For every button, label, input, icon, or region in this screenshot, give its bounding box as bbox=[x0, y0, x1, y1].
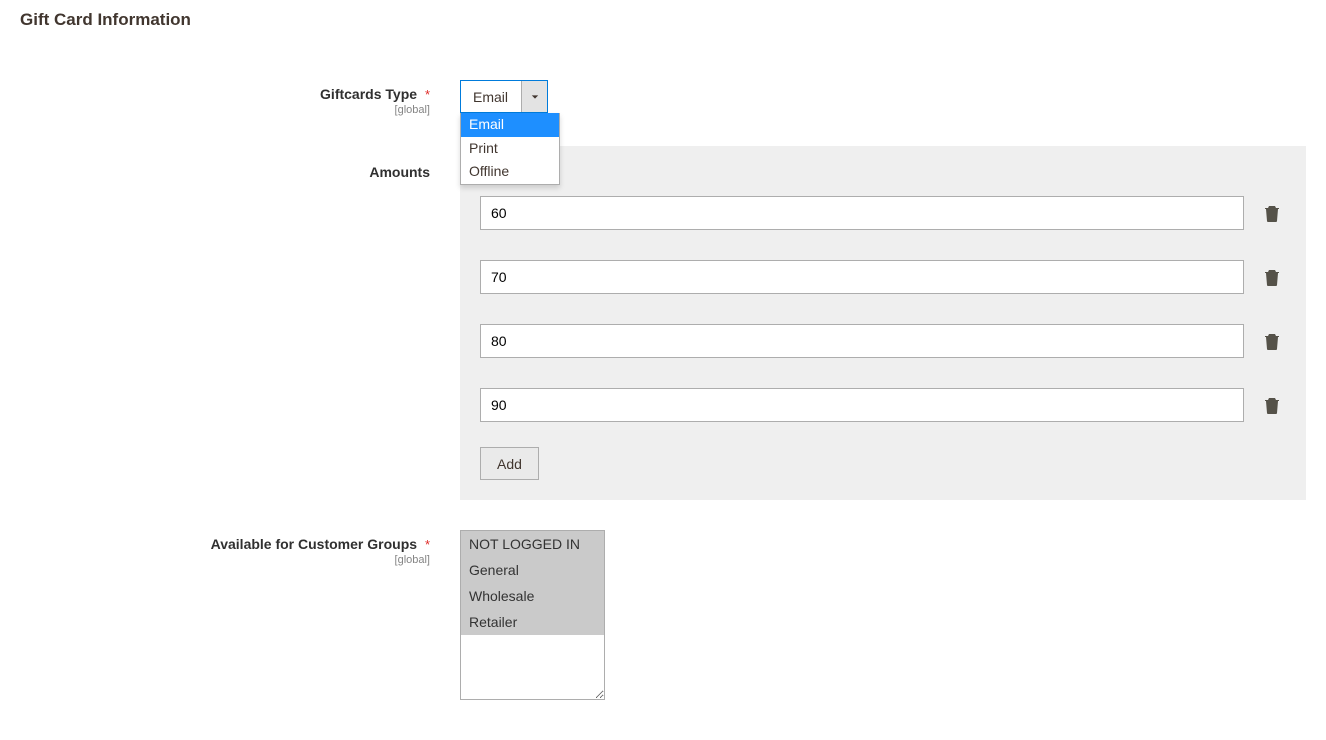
amount-row bbox=[480, 388, 1286, 422]
dropdown-option-offline[interactable]: Offline bbox=[461, 160, 559, 184]
label-text: Amounts bbox=[369, 164, 430, 180]
amount-row bbox=[480, 260, 1286, 294]
field-amounts: Add bbox=[460, 146, 1306, 500]
amounts-header-spacer bbox=[480, 166, 1286, 196]
customer-group-option[interactable]: Retailer bbox=[461, 609, 604, 635]
customer-group-option[interactable]: NOT LOGGED IN bbox=[461, 531, 604, 557]
label-customer-groups: Available for Customer Groups * [global] bbox=[20, 530, 460, 566]
customer-group-option[interactable]: General bbox=[461, 557, 604, 583]
select-display[interactable]: Email bbox=[460, 80, 548, 113]
row-customer-groups: Available for Customer Groups * [global]… bbox=[20, 530, 1306, 700]
label-text: Giftcards Type bbox=[320, 86, 417, 102]
label-scope: [global] bbox=[20, 554, 430, 566]
amount-row bbox=[480, 196, 1286, 230]
select-toggle-button[interactable] bbox=[521, 81, 547, 112]
row-amounts: Amounts Add bbox=[20, 146, 1306, 500]
label-amounts: Amounts bbox=[20, 146, 460, 180]
row-giftcards-type: Giftcards Type * [global] Email EmailPri… bbox=[20, 80, 1306, 116]
amount-input[interactable] bbox=[480, 196, 1244, 230]
delete-amount-button[interactable] bbox=[1258, 268, 1286, 286]
amount-input[interactable] bbox=[480, 324, 1244, 358]
delete-amount-button[interactable] bbox=[1258, 396, 1286, 414]
amounts-container: Add bbox=[460, 146, 1306, 500]
section-title: Gift Card Information bbox=[20, 10, 1306, 30]
amount-input[interactable] bbox=[480, 388, 1244, 422]
customer-group-option[interactable]: Wholesale bbox=[461, 583, 604, 609]
delete-amount-button[interactable] bbox=[1258, 204, 1286, 222]
amount-row bbox=[480, 324, 1286, 358]
required-mark: * bbox=[425, 87, 430, 102]
trash-icon bbox=[1264, 204, 1280, 222]
dropdown-option-email[interactable]: Email bbox=[461, 113, 559, 137]
field-giftcards-type: Email EmailPrintOffline bbox=[460, 80, 1306, 113]
label-text: Available for Customer Groups bbox=[211, 536, 417, 552]
field-customer-groups: NOT LOGGED INGeneralWholesaleRetailer bbox=[460, 530, 1306, 700]
label-scope: [global] bbox=[20, 104, 430, 116]
giftcards-type-select[interactable]: Email EmailPrintOffline bbox=[460, 80, 548, 113]
select-value: Email bbox=[461, 81, 521, 112]
trash-icon bbox=[1264, 332, 1280, 350]
label-giftcards-type: Giftcards Type * [global] bbox=[20, 80, 460, 116]
trash-icon bbox=[1264, 396, 1280, 414]
trash-icon bbox=[1264, 268, 1280, 286]
customer-groups-multiselect[interactable]: NOT LOGGED INGeneralWholesaleRetailer bbox=[460, 530, 605, 700]
amount-input[interactable] bbox=[480, 260, 1244, 294]
delete-amount-button[interactable] bbox=[1258, 332, 1286, 350]
add-amount-button[interactable]: Add bbox=[480, 447, 539, 480]
giftcards-type-dropdown: EmailPrintOffline bbox=[460, 113, 560, 185]
dropdown-option-print[interactable]: Print bbox=[461, 137, 559, 161]
chevron-down-icon bbox=[531, 93, 539, 101]
required-mark: * bbox=[425, 537, 430, 552]
